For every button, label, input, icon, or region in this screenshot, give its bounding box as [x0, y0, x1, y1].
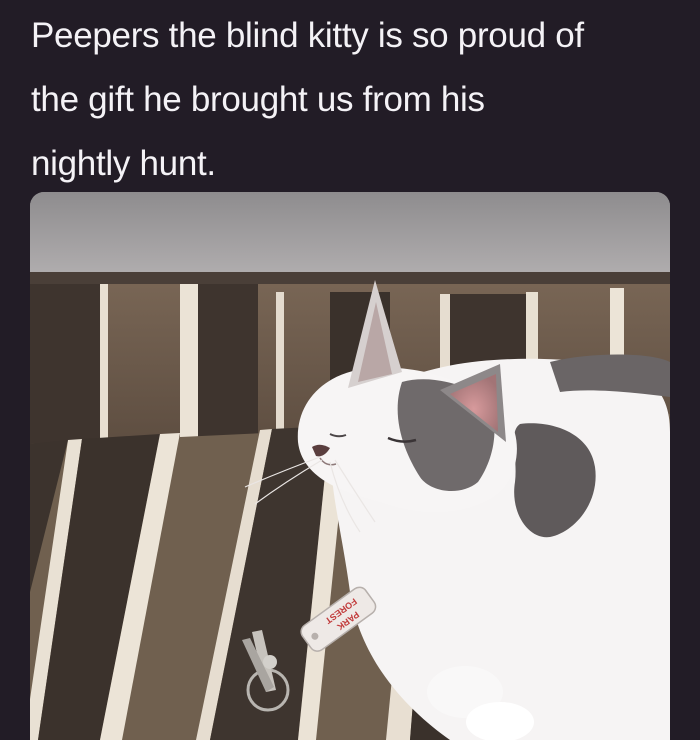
wall: [30, 192, 670, 284]
cat-photo-illustration: FOREST PARK: [30, 192, 670, 740]
post-photo[interactable]: FOREST PARK: [30, 192, 670, 740]
post-caption: Peepers the blind kitty is so proud of t…: [31, 4, 681, 196]
caption-line: the gift he brought us from his: [31, 80, 485, 119]
caption-line: nightly hunt.: [31, 144, 216, 183]
caption-line: Peepers the blind kitty is so proud of: [31, 16, 584, 55]
